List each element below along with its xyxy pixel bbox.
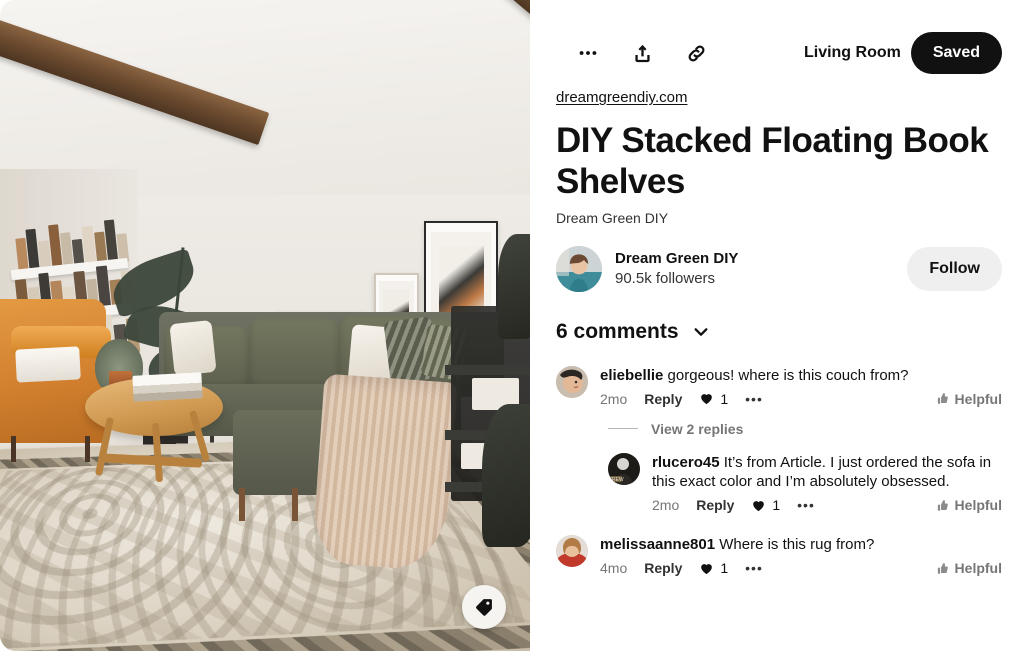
board-name[interactable]: Living Room [804, 44, 901, 62]
creator-name[interactable]: Dream Green DIY [615, 249, 738, 269]
pin-detail-panel: Living Room Saved dreamgreendiy.com DIY … [530, 0, 1024, 651]
comment-time: 2mo [652, 497, 680, 514]
like-count: 1 [720, 390, 729, 407]
comments-header[interactable]: 6 comments [556, 320, 1002, 344]
comment: CREW rlucero45 It’s from Article. I just… [608, 452, 1002, 514]
like-count: 1 [772, 497, 781, 514]
view-replies-line [608, 428, 638, 430]
ellipsis-icon[interactable] [574, 39, 602, 67]
pin-title: DIY Stacked Floating Book Shelves [556, 121, 989, 201]
like-button[interactable]: 1 [699, 560, 728, 576]
action-bar: Living Room Saved [556, 32, 1002, 74]
comment-time: 4mo [600, 560, 628, 577]
comment-time: 2mo [600, 390, 628, 407]
reply-button[interactable]: Reply [644, 391, 682, 407]
commenter-avatar[interactable] [556, 365, 588, 398]
helpful-button[interactable]: Helpful [935, 391, 1002, 407]
comments-count: 6 comments [556, 319, 679, 343]
pin-subtitle: Dream Green DIY [556, 209, 669, 226]
commenter-username[interactable]: melissaanne801 [600, 536, 715, 553]
comment-text: rlucero45 It’s from Article. I just orde… [652, 453, 992, 491]
comment-more-icon[interactable]: ••• [745, 392, 763, 406]
knit-throw-blanket [311, 373, 457, 571]
creator-row: Dream Green DIY 90.5k followers Follow [556, 245, 1002, 292]
price-tag-icon[interactable] [462, 585, 506, 629]
comment-text: eliebellie gorgeous! where is this couch… [600, 366, 909, 384]
comment: melissaanne801 Where is this rug from? 4… [556, 535, 1002, 576]
source-domain-link[interactable]: dreamgreendiy.com [556, 89, 687, 106]
creator-followers: 90.5k followers [615, 269, 716, 287]
view-replies-button[interactable]: View 2 replies [608, 421, 1002, 437]
comment: eliebellie gorgeous! where is this couch… [556, 365, 1002, 407]
like-button[interactable]: 1 [699, 391, 728, 407]
like-button[interactable]: 1 [751, 497, 780, 513]
helpful-button[interactable]: Helpful [935, 497, 1002, 513]
comment-text: melissaanne801 Where is this rug from? [600, 536, 875, 554]
like-count: 1 [720, 560, 729, 577]
saved-button[interactable]: Saved [910, 32, 1002, 74]
share-icon[interactable] [628, 39, 656, 67]
copy-link-icon[interactable] [682, 39, 710, 67]
coffee-table-books [131, 372, 203, 403]
armchair-cushion [15, 346, 81, 383]
reply-button[interactable]: Reply [696, 497, 734, 513]
comment-more-icon[interactable]: ••• [797, 498, 815, 512]
svg-text:CREW: CREW [608, 477, 624, 483]
dark-chair [498, 234, 530, 339]
chevron-down-icon[interactable] [691, 322, 711, 342]
commenter-avatar[interactable]: CREW [608, 452, 640, 485]
reply-button[interactable]: Reply [644, 560, 682, 576]
pin-detail-page: Living Room Saved dreamgreendiy.com DIY … [0, 0, 1024, 651]
creator-avatar[interactable] [556, 245, 602, 292]
comment-more-icon[interactable]: ••• [745, 561, 763, 575]
view-replies-label: View 2 replies [651, 420, 744, 437]
commenter-username[interactable]: eliebellie [600, 367, 663, 384]
pin-image[interactable] [0, 0, 530, 651]
commenter-avatar[interactable] [556, 535, 588, 568]
throw-pillow [169, 320, 218, 377]
commenter-username[interactable]: rlucero45 [652, 454, 720, 471]
living-room-photo [0, 0, 530, 651]
dark-chair [482, 403, 530, 547]
helpful-button[interactable]: Helpful [935, 560, 1002, 576]
follow-button[interactable]: Follow [907, 246, 1002, 291]
